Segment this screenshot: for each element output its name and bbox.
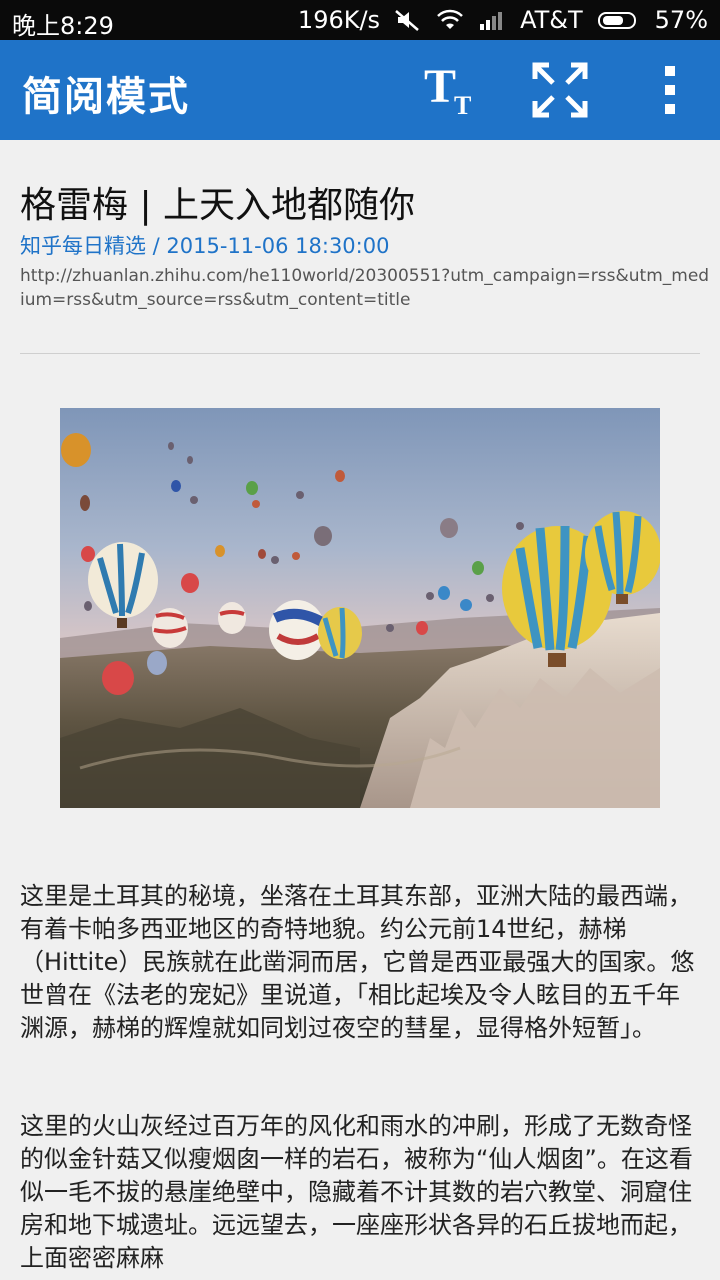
battery-icon: [597, 8, 641, 32]
svg-text:T: T: [424, 60, 456, 113]
network-speed: 196K/s: [297, 6, 381, 34]
fullscreen-icon: [532, 62, 588, 118]
article-title: 格雷梅 | 上天入地都随你: [20, 185, 416, 226]
svg-text:T: T: [454, 91, 471, 120]
divider: [20, 353, 700, 354]
mute-icon: [394, 8, 422, 32]
status-time: 晚上8:29: [12, 12, 114, 40]
status-indicators: 196K/s AT&T 57%: [298, 6, 708, 34]
action-bar: 简阅模式 T T: [0, 40, 720, 140]
article-image-balloons: [60, 408, 660, 808]
article-url[interactable]: http://zhuanlan.zhihu.com/he110world/203…: [20, 264, 710, 312]
article-content[interactable]: 格雷梅 | 上天入地都随你 知乎每日精选 / 2015-11-06 18:30:…: [0, 140, 720, 1280]
page-title: 简阅模式: [22, 74, 190, 120]
status-bar: 晚上8:29 196K/s AT&T 57%: [0, 0, 720, 40]
wifi-icon: [436, 8, 464, 32]
more-vert-icon: [665, 66, 675, 114]
fullscreen-button[interactable]: [528, 58, 592, 122]
battery-percent: 57%: [654, 6, 708, 34]
more-options-button[interactable]: [638, 58, 702, 122]
text-size-button[interactable]: T T: [418, 58, 482, 122]
article-paragraph: 这里是土耳其的秘境，坐落在土耳其东部，亚洲大陆的最西端，有着卡帕多西亚地区的奇特…: [20, 882, 695, 1042]
text-size-icon: T T: [424, 60, 471, 120]
signal-icon: [478, 8, 506, 32]
carrier-name: AT&T: [520, 6, 583, 34]
article-paragraph: 这里的火山灰经过百万年的风化和雨水的冲刷，形成了无数奇怪的似金针菇又似瘦烟囱一样…: [20, 1112, 693, 1272]
article-meta[interactable]: 知乎每日精选 / 2015-11-06 18:30:00: [20, 230, 389, 260]
